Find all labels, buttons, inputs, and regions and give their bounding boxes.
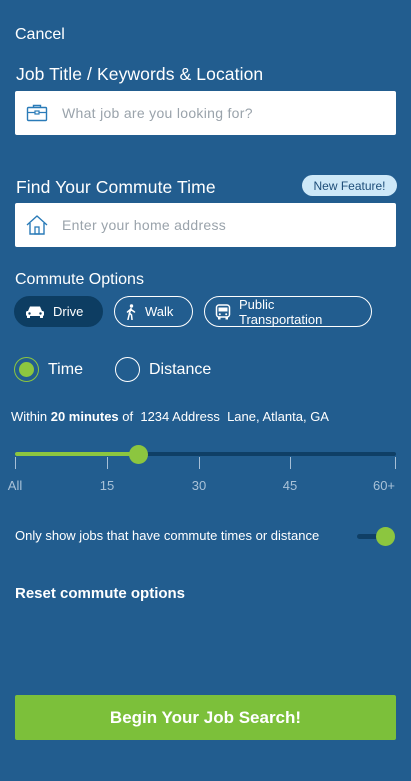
within-middle: of (118, 409, 141, 424)
time-radio[interactable] (14, 357, 39, 382)
public-transportation-label: Public Transportation (239, 296, 323, 327)
slider-tick (395, 457, 396, 469)
radio-selected-dot (19, 362, 34, 377)
car-icon (25, 305, 45, 319)
commute-filter-label: Only show jobs that have commute times o… (15, 528, 320, 543)
slider-tick-label: 30 (191, 478, 207, 493)
within-amount: 20 minutes (50, 409, 119, 424)
home-address-input[interactable] (62, 217, 362, 233)
job-search-input[interactable] (62, 105, 362, 121)
time-radio-label[interactable]: Time (48, 361, 83, 379)
distance-radio[interactable] (115, 357, 140, 382)
walk-mode-button[interactable]: Walk (114, 296, 193, 327)
cancel-button[interactable]: Cancel (15, 26, 65, 44)
slider-tick (107, 457, 108, 469)
slider-tick (290, 457, 291, 469)
job-search-field[interactable] (15, 91, 396, 135)
commute-filter-toggle-knob[interactable] (376, 527, 395, 546)
slider-tick (15, 457, 16, 469)
within-prefix: Within (11, 409, 51, 424)
slider-tick-label: 60+ (372, 478, 396, 493)
reset-commute-options-link[interactable]: Reset commute options (15, 585, 185, 602)
slider-tick-label: 15 (99, 478, 115, 493)
walk-icon (125, 303, 137, 320)
commute-summary: Within 20 minutes of 1234 Address Lane, … (11, 409, 329, 424)
home-icon (25, 213, 49, 237)
drive-mode-button[interactable]: Drive (14, 296, 103, 327)
bus-icon (215, 303, 231, 320)
walk-mode-label: Walk (145, 304, 174, 319)
briefcase-icon (25, 101, 49, 125)
slider-tick-label: All (7, 478, 23, 493)
job-section-title: Job Title / Keywords & Location (16, 64, 264, 84)
slider-tick (199, 457, 200, 469)
within-address: 1234 Address Lane, Atlanta, GA (140, 409, 329, 424)
begin-job-search-button[interactable]: Begin Your Job Search! (15, 695, 396, 740)
new-feature-badge: New Feature! (302, 175, 397, 196)
commute-slider-fill (15, 452, 138, 456)
commute-slider-handle[interactable] (128, 445, 148, 464)
slider-tick-label: 45 (282, 478, 298, 493)
commute-options-title: Commute Options (15, 271, 144, 288)
home-address-field[interactable] (15, 203, 396, 247)
drive-mode-label: Drive (53, 304, 84, 319)
distance-radio-label[interactable]: Distance (149, 361, 211, 379)
commute-section-title: Find Your Commute Time (16, 177, 216, 197)
public-transportation-button[interactable]: Public Transportation (204, 296, 372, 327)
